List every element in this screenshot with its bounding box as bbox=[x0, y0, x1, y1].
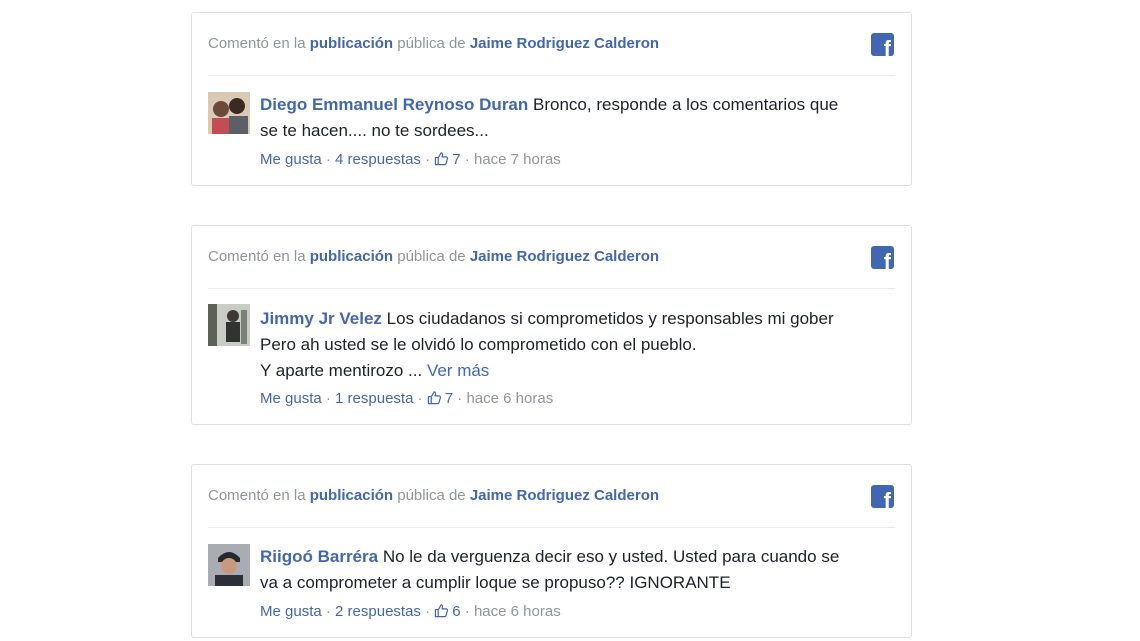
like-count[interactable]: 6 bbox=[452, 603, 460, 620]
page-link[interactable]: Jaime Rodriguez Calderon bbox=[470, 248, 659, 265]
comment-text: Bronco, responde a los comentarios que bbox=[533, 95, 839, 114]
post-link[interactable]: publicación bbox=[310, 35, 393, 52]
thumbs-up-icon bbox=[427, 391, 441, 405]
header-middle: pública de bbox=[397, 35, 466, 52]
page-link[interactable]: Jaime Rodriguez Calderon bbox=[470, 487, 659, 504]
avatar[interactable] bbox=[208, 544, 250, 586]
avatar[interactable] bbox=[208, 92, 250, 134]
replies-link[interactable]: 1 respuesta bbox=[335, 390, 413, 407]
comment-text: se te hacen.... no te sordees... bbox=[260, 121, 489, 140]
comment-actions: Me gusta · 4 respuestas · 7 · hace 7 hor… bbox=[260, 151, 561, 168]
like-button[interactable]: Me gusta bbox=[260, 151, 322, 168]
page-link[interactable]: Jaime Rodriguez Calderon bbox=[470, 35, 659, 52]
divider bbox=[208, 288, 895, 289]
comment-text: No le da verguenza decir eso y usted. Us… bbox=[382, 547, 840, 566]
comment-card: Comentó en la publicación pública de Jai… bbox=[191, 464, 912, 638]
post-link[interactable]: publicación bbox=[310, 248, 393, 265]
divider bbox=[208, 527, 895, 528]
facebook-icon[interactable]: f bbox=[871, 33, 894, 56]
replies-link[interactable]: 2 respuestas bbox=[335, 603, 421, 620]
comment-timestamp[interactable]: hace 6 horas bbox=[474, 603, 561, 620]
comment-text: va a comprometer a cumplir loque se prop… bbox=[260, 573, 731, 592]
header-middle: pública de bbox=[397, 248, 466, 265]
comment-author[interactable]: Riigoó Barréra bbox=[260, 547, 378, 566]
comment-body: Riigoó Barréra No le da verguenza decir … bbox=[260, 544, 881, 596]
see-more-link[interactable]: Ver más bbox=[427, 361, 489, 380]
header-middle: pública de bbox=[397, 487, 466, 504]
card-header: Comentó en la publicación pública de Jai… bbox=[208, 487, 659, 504]
divider bbox=[208, 75, 895, 76]
comment-author[interactable]: Jimmy Jr Velez bbox=[260, 309, 382, 328]
card-header: Comentó en la publicación pública de Jai… bbox=[208, 35, 659, 52]
comment-text: Y aparte mentirozo ... bbox=[260, 361, 423, 380]
avatar[interactable] bbox=[208, 304, 250, 346]
facebook-icon[interactable]: f bbox=[871, 246, 894, 269]
comment-actions: Me gusta · 2 respuestas · 6 · hace 6 hor… bbox=[260, 603, 561, 620]
comment-text: Los ciudadanos si comprometidos y respon… bbox=[386, 309, 834, 328]
post-link[interactable]: publicación bbox=[310, 487, 393, 504]
like-count[interactable]: 7 bbox=[452, 151, 460, 168]
comment-card: Comentó en la publicación pública de Jai… bbox=[191, 225, 912, 425]
comment-timestamp[interactable]: hace 7 horas bbox=[474, 151, 561, 168]
comment-text: Pero ah usted se le olvidó lo comprometi… bbox=[260, 335, 697, 354]
comment-body: Jimmy Jr Velez Los ciudadanos si comprom… bbox=[260, 306, 881, 384]
comment-card: Comentó en la publicación pública de Jai… bbox=[191, 12, 912, 186]
thumbs-up-icon bbox=[435, 604, 449, 618]
facebook-icon[interactable]: f bbox=[871, 485, 894, 508]
comment-actions: Me gusta · 1 respuesta · 7 · hace 6 hora… bbox=[260, 390, 554, 407]
header-prefix: Comentó en la bbox=[208, 35, 306, 52]
header-prefix: Comentó en la bbox=[208, 248, 306, 265]
comment-author[interactable]: Diego Emmanuel Reynoso Duran bbox=[260, 95, 528, 114]
header-prefix: Comentó en la bbox=[208, 487, 306, 504]
comment-body: Diego Emmanuel Reynoso Duran Bronco, res… bbox=[260, 92, 881, 144]
like-button[interactable]: Me gusta bbox=[260, 390, 322, 407]
card-header: Comentó en la publicación pública de Jai… bbox=[208, 248, 659, 265]
replies-link[interactable]: 4 respuestas bbox=[335, 151, 421, 168]
like-button[interactable]: Me gusta bbox=[260, 603, 322, 620]
like-count[interactable]: 7 bbox=[445, 390, 453, 407]
comment-timestamp[interactable]: hace 6 horas bbox=[466, 390, 553, 407]
thumbs-up-icon bbox=[435, 152, 449, 166]
